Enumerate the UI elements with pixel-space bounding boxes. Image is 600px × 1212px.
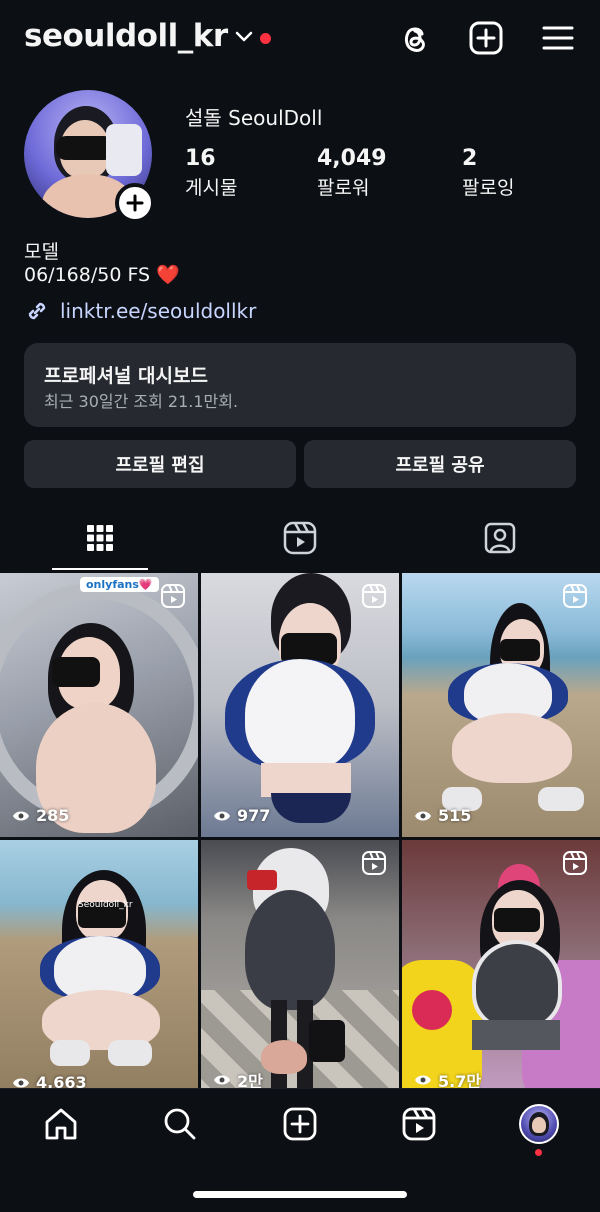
grid-post-2[interactable]: 977	[201, 573, 399, 837]
plus-icon	[126, 194, 144, 212]
tab-tagged[interactable]	[400, 505, 600, 571]
grid-post-6[interactable]: 5.7만	[402, 840, 600, 1104]
followers-label[interactable]: 팔로워	[317, 173, 369, 200]
eye-icon	[13, 1078, 29, 1087]
share-profile-button[interactable]: 프로필 공유	[304, 440, 576, 488]
grid-post-3[interactable]: 515	[402, 573, 600, 837]
add-story-button[interactable]	[115, 183, 155, 223]
active-tab-indicator	[52, 568, 148, 570]
bio-text: 06/168/50 FS ❤️	[24, 264, 180, 286]
threads-icon[interactable]	[397, 20, 433, 56]
view-count: 515	[414, 806, 471, 825]
display-name: 설돌 SeoulDoll	[185, 106, 323, 130]
dashboard-subtitle: 최근 30일간 조회 21.1만회.	[44, 392, 239, 411]
grid-post-5[interactable]: 2만	[201, 840, 399, 1104]
home-indicator	[193, 1191, 407, 1198]
professional-dashboard[interactable]: 프로페셔널 대시보드 최근 30일간 조회 21.1만회.	[24, 343, 576, 427]
posts-count[interactable]: 16	[185, 146, 216, 171]
home-icon[interactable]	[43, 1106, 79, 1142]
plus-square-icon[interactable]	[468, 20, 504, 56]
create-icon[interactable]	[282, 1106, 318, 1142]
reels-nav-icon[interactable]	[401, 1106, 437, 1142]
posts-label[interactable]: 게시물	[185, 173, 237, 200]
reel-icon	[563, 851, 587, 875]
following-label[interactable]: 팔로잉	[462, 173, 514, 200]
edit-profile-button[interactable]: 프로필 편집	[24, 440, 296, 488]
post-badge: Seouldoll_kr	[78, 900, 133, 910]
notification-dot	[260, 33, 271, 44]
grid-post-4[interactable]: Seouldoll_kr 4,663	[0, 840, 198, 1104]
search-icon[interactable]	[162, 1106, 198, 1142]
bio-category: 모델	[24, 241, 59, 263]
link-icon	[28, 302, 46, 320]
tab-reels[interactable]	[200, 505, 400, 571]
dashboard-title: 프로페셔널 대시보드	[44, 365, 208, 387]
tab-grid[interactable]	[0, 505, 200, 571]
eye-icon	[415, 1075, 431, 1085]
profile-nav-avatar[interactable]	[519, 1104, 559, 1144]
bio-link[interactable]: linktr.ee/seouldollkr	[24, 296, 256, 326]
profile-header: seouldoll_kr	[0, 0, 600, 80]
reels-icon	[283, 521, 317, 555]
reel-icon	[362, 851, 386, 875]
grid-post-1[interactable]: onlyfans💗 285	[0, 573, 198, 837]
username-title[interactable]: seouldoll_kr	[24, 18, 228, 54]
chevron-down-icon[interactable]	[235, 30, 253, 44]
following-count[interactable]: 2	[462, 146, 477, 171]
eye-icon	[214, 1075, 230, 1085]
eye-icon	[13, 811, 29, 820]
eye-icon	[415, 811, 431, 820]
view-count: 285	[12, 806, 69, 825]
link-text[interactable]: linktr.ee/seouldollkr	[60, 299, 256, 323]
followers-count[interactable]: 4,049	[317, 146, 387, 171]
eye-icon	[214, 811, 230, 820]
notification-dot	[535, 1149, 542, 1156]
reel-icon	[161, 584, 185, 608]
hamburger-menu-icon[interactable]	[540, 20, 576, 56]
grid-icon	[87, 525, 113, 551]
reel-icon	[362, 584, 386, 608]
post-badge: onlyfans💗	[80, 577, 159, 592]
view-count: 977	[213, 806, 270, 825]
tagged-icon	[484, 522, 516, 554]
reel-icon	[563, 584, 587, 608]
